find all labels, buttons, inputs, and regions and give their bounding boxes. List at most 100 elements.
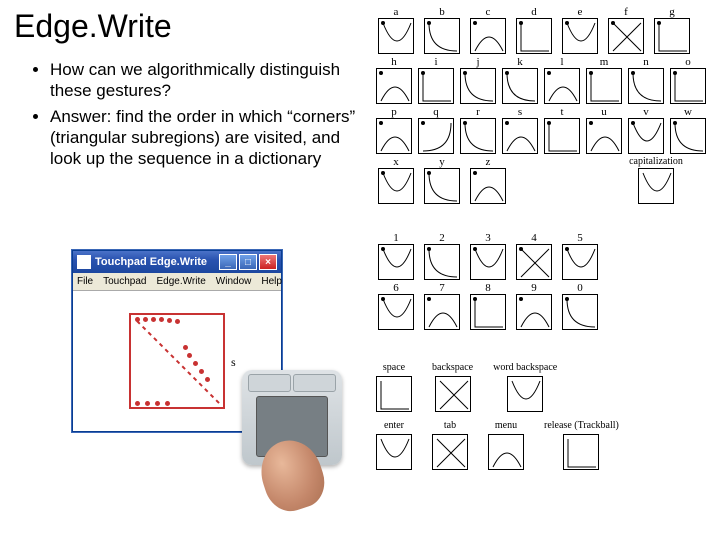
glyph-label: 2 <box>439 232 445 244</box>
glyph-label: y <box>439 156 445 168</box>
glyph-cell: 0 <box>560 282 600 330</box>
glyph-box <box>460 68 496 104</box>
glyph-label: z <box>486 156 491 168</box>
command-box <box>488 434 524 470</box>
glyph-box <box>562 18 598 54</box>
glyph-label: a <box>394 6 399 18</box>
glyph-box <box>418 68 454 104</box>
glyph-label: capitalization <box>629 156 683 168</box>
glyph-box <box>608 18 644 54</box>
glyph-label: k <box>517 56 523 68</box>
close-button[interactable]: × <box>259 254 277 270</box>
glyph-label: b <box>439 6 445 18</box>
glyph-label: x <box>393 156 399 168</box>
gesture-stroke-icon <box>131 315 227 411</box>
glyph-box <box>516 18 552 54</box>
glyph-box <box>376 118 412 154</box>
glyph-box <box>670 68 706 104</box>
command-label: word backspace <box>493 362 557 374</box>
touchpad-photo <box>232 370 362 510</box>
command-cell: tab <box>432 420 468 470</box>
glyph-label: o <box>685 56 691 68</box>
glyph-box <box>470 244 506 280</box>
glyph-box <box>424 244 460 280</box>
glyph-cell: 1 <box>376 232 416 280</box>
glyph-label: l <box>560 56 563 68</box>
glyph-cell: k <box>502 56 538 104</box>
glyph-cell: x <box>376 156 416 204</box>
menu-help[interactable]: Help <box>261 276 282 287</box>
glyph-box <box>378 18 414 54</box>
glyph-label: 0 <box>577 282 583 294</box>
glyph-label: g <box>669 6 675 18</box>
glyph-cell: 5 <box>560 232 600 280</box>
command-label: tab <box>444 420 456 432</box>
command-cell: space <box>376 362 412 412</box>
glyph-label: e <box>578 6 583 18</box>
menu-file[interactable]: File <box>77 276 93 287</box>
glyph-cell: 8 <box>468 282 508 330</box>
glyph-box <box>628 68 664 104</box>
command-label: backspace <box>432 362 473 374</box>
gesture-box: s <box>129 313 225 409</box>
command-label: enter <box>384 420 404 432</box>
glyph-cell: v <box>628 106 664 154</box>
glyph-label: i <box>434 56 437 68</box>
glyph-label: 3 <box>485 232 491 244</box>
menu-edgewrite[interactable]: Edge.Write <box>157 276 206 287</box>
glyph-box <box>470 294 506 330</box>
glyph-cell: p <box>376 106 412 154</box>
maximize-button[interactable]: □ <box>239 254 257 270</box>
glyph-label: 9 <box>531 282 537 294</box>
glyph-cell: h <box>376 56 412 104</box>
command-box <box>435 376 471 412</box>
glyph-box <box>628 118 664 154</box>
glyph-label: c <box>486 6 491 18</box>
bullet-item: How can we algorithmically distinguish t… <box>50 59 370 102</box>
glyph-label: u <box>601 106 607 118</box>
glyph-cell: g <box>652 6 692 54</box>
command-cell: word backspace <box>493 362 557 412</box>
gesture-letter: s <box>231 355 236 370</box>
glyph-label: d <box>531 6 537 18</box>
command-box <box>376 376 412 412</box>
command-label: release (Trackball) <box>544 420 619 432</box>
glyph-box <box>544 118 580 154</box>
glyph-label: q <box>433 106 439 118</box>
minimize-button[interactable]: _ <box>219 254 237 270</box>
glyph-box <box>378 244 414 280</box>
glyph-box <box>562 244 598 280</box>
command-box <box>563 434 599 470</box>
glyph-box <box>638 168 674 204</box>
glyph-cell: e <box>560 6 600 54</box>
menubar: File Touchpad Edge.Write Window Help <box>73 273 281 291</box>
glyph-label: r <box>476 106 480 118</box>
glyph-cell: m <box>586 56 622 104</box>
command-cell: menu <box>488 420 524 470</box>
glyph-cell: s <box>502 106 538 154</box>
glyph-box <box>562 294 598 330</box>
glyph-cell: d <box>514 6 554 54</box>
window-title: Touchpad Edge.Write <box>95 256 207 268</box>
command-box <box>507 376 543 412</box>
glyph-label: 6 <box>393 282 399 294</box>
glyph-box <box>586 68 622 104</box>
glyph-cell: z <box>468 156 508 204</box>
glyph-cell: r <box>460 106 496 154</box>
glyph-label: n <box>643 56 649 68</box>
glyph-label: 4 <box>531 232 537 244</box>
glyph-cell: l <box>544 56 580 104</box>
glyph-box <box>470 168 506 204</box>
glyph-label: j <box>476 56 479 68</box>
menu-window[interactable]: Window <box>216 276 252 287</box>
bullet-item: Answer: find the order in which “corners… <box>50 106 370 170</box>
glyph-cell: u <box>586 106 622 154</box>
menu-touchpad[interactable]: Touchpad <box>103 276 146 287</box>
glyph-cell: a <box>376 6 416 54</box>
glyph-cell: t <box>544 106 580 154</box>
glyph-label: f <box>624 6 628 18</box>
glyph-box <box>424 168 460 204</box>
glyph-chart: abcdefg hijklmno pqrstuvw xyzcapitalizat… <box>376 6 706 470</box>
glyph-cell: 9 <box>514 282 554 330</box>
glyph-label: 8 <box>485 282 491 294</box>
